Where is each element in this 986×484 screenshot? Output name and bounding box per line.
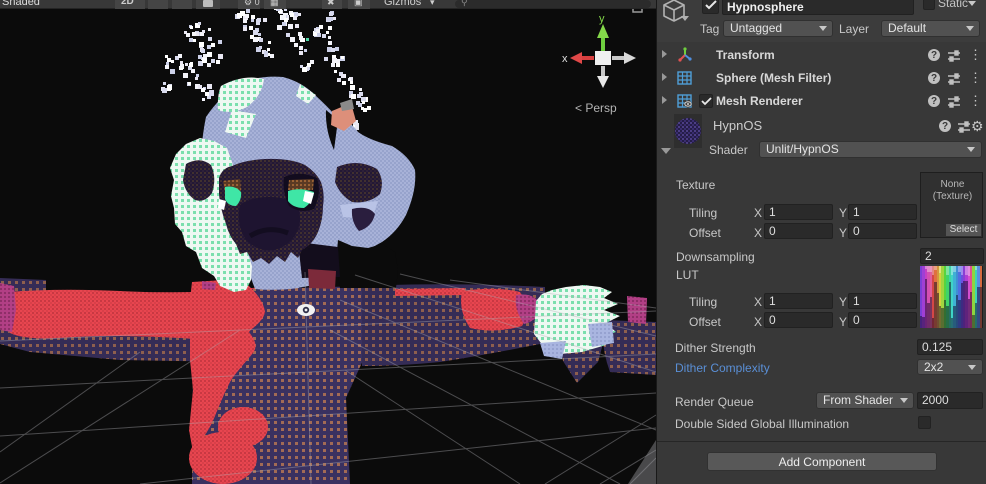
svg-text:x: x [562, 53, 568, 65]
svg-text:y: y [599, 13, 605, 25]
svg-text:< Persp: < Persp [575, 101, 617, 115]
